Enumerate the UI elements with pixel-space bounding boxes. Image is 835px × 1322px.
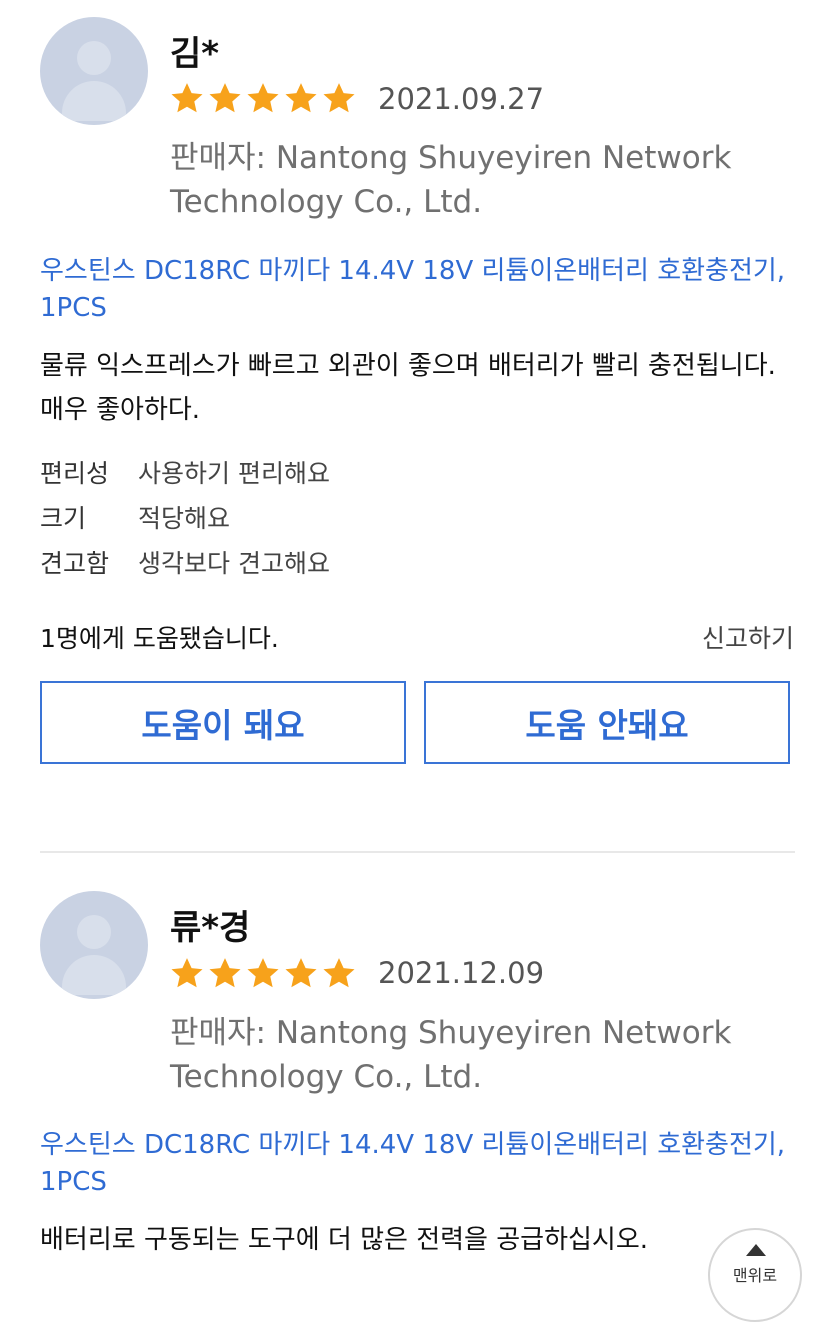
seller-name: 판매자: Nantong Shuyeyiren Network Technolo… — [170, 140, 732, 220]
reviewer-name: 김* — [170, 34, 220, 74]
review-date: 2021.09.27 — [378, 82, 545, 116]
review-attributes: 편리성 사용하기 편리해요 크기 적당해요 견고함 생각보다 견고해요 — [40, 451, 792, 586]
avatar — [40, 891, 148, 999]
attribute-row: 크기 적당해요 — [40, 496, 792, 541]
helpful-row: 1명에게 도움됐습니다. 신고하기 — [40, 619, 794, 655]
helpful-count-text: 1명에게 도움됐습니다. — [40, 624, 279, 653]
attribute-value: 적당해요 — [138, 504, 231, 533]
attribute-value: 사용하기 편리해요 — [138, 459, 330, 488]
attribute-key: 견고함 — [40, 549, 110, 578]
attribute-row: 견고함 생각보다 견고해요 — [40, 541, 792, 586]
attribute-key: 편리성 — [40, 459, 110, 488]
avatar — [40, 17, 148, 125]
star-icon — [285, 958, 317, 988]
star-icon — [247, 958, 279, 988]
star-rating — [168, 80, 358, 120]
avatar-head-shape — [77, 915, 111, 949]
star-icon — [323, 83, 355, 113]
star-icon — [209, 83, 241, 113]
review-content: 배터리로 구동되는 도구에 더 많은 전력을 공급하십시오. — [40, 1225, 649, 1255]
avatar-body-shape — [62, 955, 126, 995]
attribute-value: 생각보다 견고해요 — [138, 549, 330, 578]
report-link[interactable]: 신고하기 — [702, 619, 794, 655]
avatar-head-shape — [77, 41, 111, 75]
product-option-link[interactable]: 우스틴스 DC18RC 마끼다 14.4V 18V 리튬이온배터리 호환충전기,… — [40, 253, 792, 327]
star-rating — [168, 955, 358, 995]
star-icon — [285, 83, 317, 113]
review-content: 물류 익스프레스가 빠르고 외관이 좋으며 배터리가 빨리 충전됩니다. 매우 … — [40, 351, 776, 425]
star-icon — [247, 83, 279, 113]
star-icon — [171, 958, 203, 988]
star-icon — [209, 958, 241, 988]
review-divider — [40, 851, 795, 853]
star-icon — [171, 83, 203, 113]
attribute-row: 편리성 사용하기 편리해요 — [40, 451, 792, 496]
avatar-body-shape — [62, 81, 126, 121]
product-option-link[interactable]: 우스틴스 DC18RC 마끼다 14.4V 18V 리튬이온배터리 호환충전기,… — [40, 1127, 792, 1201]
review-date: 2021.12.09 — [378, 956, 545, 990]
scroll-top-label: 맨위로 — [732, 1266, 778, 1285]
reviewer-name: 류*경 — [170, 908, 251, 948]
star-icon — [323, 958, 355, 988]
not-helpful-button[interactable]: 도움 안돼요 — [424, 681, 790, 764]
seller-name: 판매자: Nantong Shuyeyiren Network Technolo… — [170, 1015, 732, 1095]
helpful-button[interactable]: 도움이 돼요 — [40, 681, 406, 764]
arrow-up-icon — [746, 1244, 766, 1256]
scroll-top-button[interactable]: 맨위로 — [708, 1228, 802, 1322]
attribute-key: 크기 — [40, 504, 87, 533]
